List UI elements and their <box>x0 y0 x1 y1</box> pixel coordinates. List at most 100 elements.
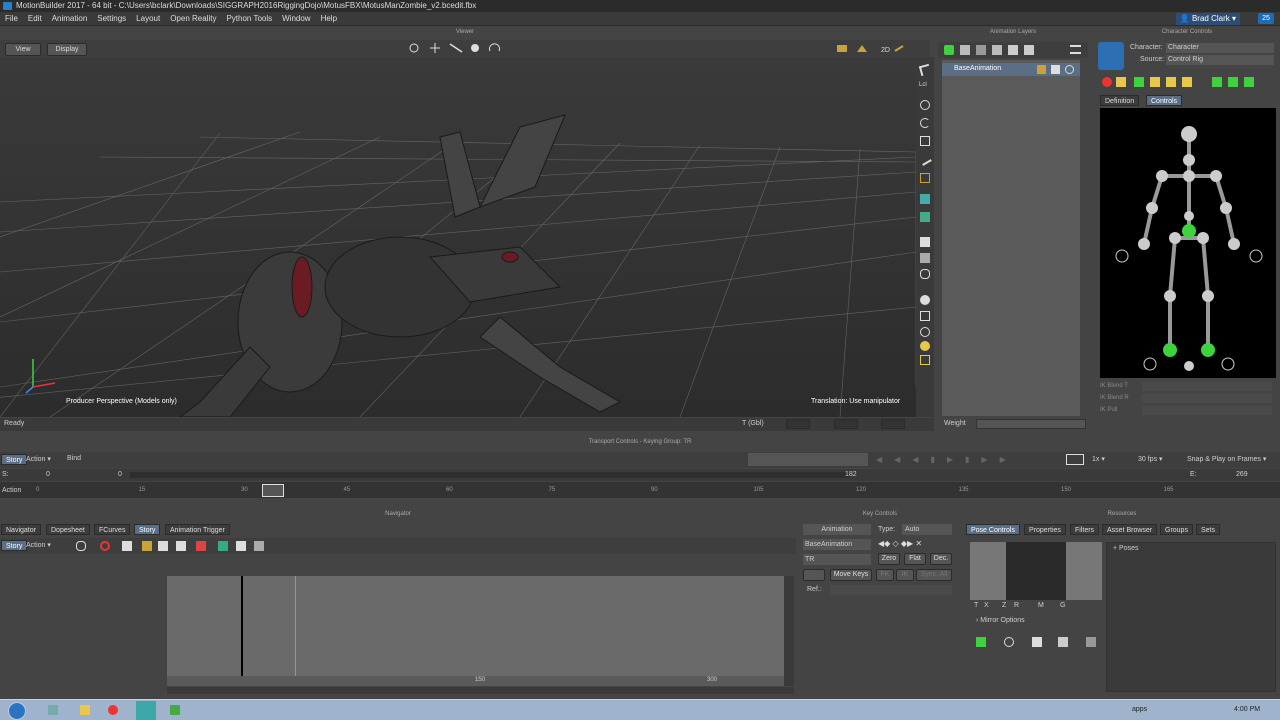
tab-properties[interactable]: Properties <box>1024 524 1066 535</box>
coord-y-field[interactable] <box>834 419 858 429</box>
pose-r[interactable]: R <box>1014 602 1019 609</box>
sync-all-button[interactable]: Sync. All <box>916 569 952 581</box>
layer-tool-5-icon[interactable] <box>1024 45 1034 55</box>
character-tool-7-icon[interactable] <box>1212 77 1222 87</box>
tab-sets[interactable]: Sets <box>1196 524 1221 535</box>
flat-button[interactable]: Flat <box>904 553 926 565</box>
coord-z-field[interactable] <box>881 419 905 429</box>
menu-edit[interactable]: Edit <box>23 14 47 23</box>
character-icon[interactable] <box>920 194 930 204</box>
add-layer-icon[interactable] <box>944 45 954 55</box>
taskbar-app-2-icon[interactable] <box>170 705 180 715</box>
copy-pose-icon[interactable] <box>1032 637 1042 647</box>
animation-mode-dropdown[interactable]: Animation <box>803 524 871 535</box>
tab-fcurves[interactable]: FCurves <box>94 524 131 535</box>
record-icon[interactable] <box>100 541 110 551</box>
refresh-pose-icon[interactable] <box>1004 637 1014 647</box>
light-icon[interactable] <box>920 341 930 351</box>
viewer-display-icons[interactable]: 2D <box>835 42 915 55</box>
select-arrow-icon[interactable] <box>918 63 932 77</box>
start-button-icon[interactable] <box>8 702 26 720</box>
tab-pose-controls[interactable]: Pose Controls <box>966 524 1020 535</box>
tab-story[interactable]: Story <box>1 454 28 465</box>
view-menu-button[interactable]: View <box>5 43 41 56</box>
translate-icon[interactable] <box>920 100 930 110</box>
character-tool-3-icon[interactable] <box>1134 77 1144 87</box>
speed-dropdown[interactable]: 1x ▾ <box>1092 455 1105 463</box>
action-dropdown[interactable]: Action ▾ <box>26 455 51 463</box>
edit-icon[interactable] <box>122 541 132 551</box>
mute-icon[interactable] <box>1065 65 1074 74</box>
tab-controls[interactable]: Controls <box>1146 95 1183 106</box>
story-vscroll[interactable] <box>784 576 794 686</box>
ref-field[interactable] <box>830 585 952 595</box>
playhead[interactable] <box>262 484 284 497</box>
loop-icon[interactable] <box>1066 454 1084 465</box>
fps-dropdown[interactable]: 30 fps ▾ <box>1138 455 1163 463</box>
paste-pose-icon[interactable] <box>1058 637 1068 647</box>
time-range-slider[interactable] <box>130 472 850 478</box>
motionbuilder-taskbar-icon[interactable] <box>136 701 156 720</box>
tab-animation-trigger[interactable]: Animation Trigger <box>165 524 230 535</box>
tab-asset-browser[interactable]: Asset Browser <box>1102 524 1158 535</box>
ik-blend-r-slider[interactable] <box>1142 394 1272 403</box>
fk-button[interactable]: FK <box>876 569 894 581</box>
layer-tool-icon[interactable] <box>960 45 970 55</box>
end-value[interactable]: 269 <box>1236 471 1248 478</box>
loop-story-icon[interactable] <box>76 541 86 551</box>
camera-icon[interactable] <box>920 355 930 365</box>
key-nav-buttons[interactable]: ◀◆ ◇ ◆▶ ✕ <box>878 539 954 550</box>
clip-2-icon[interactable] <box>218 541 228 551</box>
transport-mode-buttons[interactable] <box>748 453 868 466</box>
pose-x[interactable]: X <box>984 602 989 609</box>
story-scrollbar[interactable] <box>167 687 794 694</box>
timeline[interactable]: Action 0 15 30 45 60 75 90 105 120 135 150 165 <box>0 482 1280 498</box>
tab-definition[interactable]: Definition <box>1100 95 1140 106</box>
3d-viewport[interactable]: Producer Perspective (Models only) Trans… <box>0 57 916 417</box>
keying-group-dropdown[interactable]: TR <box>803 554 871 565</box>
null-icon[interactable] <box>920 311 930 321</box>
menu-window[interactable]: Window <box>277 14 315 23</box>
character-figure-panel[interactable] <box>1100 108 1276 378</box>
pose-t[interactable]: T <box>974 602 978 609</box>
story-action-dropdown[interactable]: Action ▾ <box>26 541 51 549</box>
cube-2-icon[interactable] <box>920 253 930 263</box>
story-tool-icon[interactable] <box>142 541 152 551</box>
menu-settings[interactable]: Settings <box>92 14 131 23</box>
pose-g[interactable]: G <box>1060 602 1065 609</box>
pose-m[interactable]: M <box>1038 602 1044 609</box>
mirror-options-toggle[interactable]: › Mirror Options <box>976 617 1025 624</box>
menu-animation[interactable]: Animation <box>47 14 93 23</box>
type-dropdown[interactable]: Auto <box>902 524 952 535</box>
folder-icon[interactable] <box>80 705 90 715</box>
pose-z[interactable]: Z <box>1002 602 1006 609</box>
menu-help[interactable]: Help <box>316 14 342 23</box>
character-tool-icon[interactable] <box>1102 77 1112 87</box>
playback-controls[interactable]: ◀◀◀▮▶▮▶▶ <box>876 455 1056 465</box>
delete-pose-icon[interactable] <box>1086 637 1096 647</box>
notification-badge[interactable]: 25 <box>1258 13 1274 24</box>
tree-item-poses[interactable]: + Poses <box>1113 545 1139 552</box>
start-value-2[interactable]: 0 <box>118 471 122 478</box>
transform-icon[interactable] <box>918 152 932 166</box>
copy-icon[interactable] <box>158 541 168 551</box>
manipulator-tools[interactable] <box>405 41 510 56</box>
dec-button[interactable]: Dec. <box>930 553 952 565</box>
menu-python-tools[interactable]: Python Tools <box>221 14 277 23</box>
start-value[interactable]: 0 <box>46 471 50 478</box>
tab-navigator[interactable]: Navigator <box>1 524 41 535</box>
add-pose-icon[interactable] <box>976 637 986 647</box>
keyframe-icon[interactable] <box>920 173 930 183</box>
character-tool-5-icon[interactable] <box>1166 77 1176 87</box>
clip-icon[interactable] <box>196 541 206 551</box>
tab-story-navigator[interactable]: Story <box>134 524 161 535</box>
user-account-button[interactable]: 👤 Brad Clark ▾ <box>1175 13 1240 25</box>
curve-icon[interactable] <box>920 269 930 279</box>
apps-label[interactable]: apps <box>1132 706 1147 713</box>
character-tool-4-icon[interactable] <box>1150 77 1160 87</box>
layer-tool-2-icon[interactable] <box>976 45 986 55</box>
current-frame[interactable]: 182 <box>845 471 857 478</box>
character-dropdown[interactable]: Character <box>1166 43 1274 53</box>
tab-groups[interactable]: Groups <box>1160 524 1193 535</box>
bind-button[interactable]: Bind <box>67 455 81 462</box>
